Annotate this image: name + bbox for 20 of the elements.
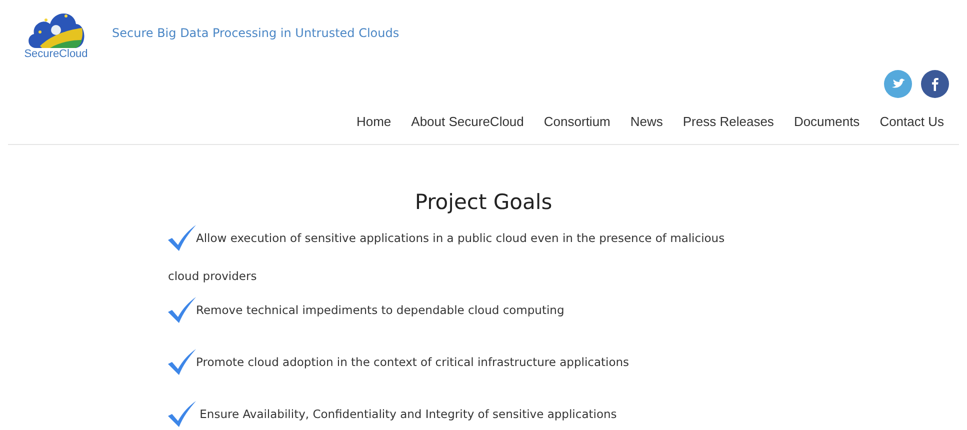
site-tagline: Secure Big Data Processing in Untrusted Clouds bbox=[112, 26, 400, 40]
nav-link[interactable]: Press Releases bbox=[682, 114, 774, 131]
section-title: Project Goals bbox=[414, 189, 554, 215]
nav-link[interactable]: Home bbox=[356, 114, 392, 131]
nav-link[interactable]: Contact Us bbox=[880, 114, 944, 131]
nav-link[interactable]: Consortium bbox=[544, 114, 610, 131]
checkmark-icon bbox=[168, 401, 196, 427]
nav-link[interactable]: News bbox=[630, 114, 663, 131]
checkmark-icon bbox=[168, 225, 196, 251]
facebook-icon[interactable] bbox=[921, 70, 949, 98]
checkmark-icon bbox=[168, 349, 196, 375]
logo-text: SecureCloud bbox=[24, 48, 88, 60]
goal-text: Ensure Availability, Confidentiality and Integrity of sensitive applications bbox=[168, 399, 746, 429]
goal-text: Promote cloud adoption in the context of critical infrastructure applications bbox=[168, 347, 746, 377]
goal-text: Remove technical impediments to dependable cloud computing bbox=[168, 295, 746, 325]
goal-text: Allow execution of sensitive applications in a public cloud even in the presence of malicious cloud providers bbox=[168, 219, 746, 295]
nav-link[interactable]: Documents bbox=[794, 114, 860, 131]
twitter-icon[interactable] bbox=[884, 70, 912, 98]
checkmark-icon bbox=[168, 297, 196, 323]
nav-link[interactable]: About SecureCloud bbox=[411, 114, 524, 131]
